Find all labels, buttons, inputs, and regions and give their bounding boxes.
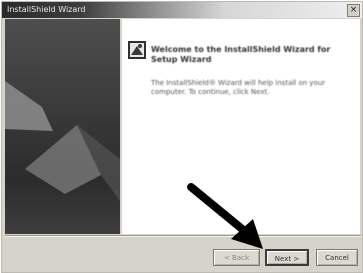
cancel-button[interactable]: Cancel bbox=[316, 249, 358, 266]
button-separator bbox=[5, 235, 361, 237]
side-banner-art bbox=[5, 81, 120, 201]
welcome-body-text: The InstallShield® Wizard will help inst… bbox=[151, 79, 326, 96]
setup-logo-icon bbox=[128, 41, 146, 59]
installshield-dialog: InstallShield Wizard × Welcome to the In… bbox=[1, 1, 363, 273]
title-bar[interactable]: InstallShield Wizard × bbox=[2, 2, 362, 18]
banner-triangle-top bbox=[5, 81, 53, 131]
pointer-arrow-icon bbox=[187, 183, 263, 249]
side-banner-panel bbox=[5, 19, 120, 234]
close-button[interactable]: × bbox=[347, 4, 360, 17]
window-title: InstallShield Wizard bbox=[7, 5, 86, 14]
welcome-heading: Welcome to the InstallShield Wizard for … bbox=[151, 45, 331, 64]
